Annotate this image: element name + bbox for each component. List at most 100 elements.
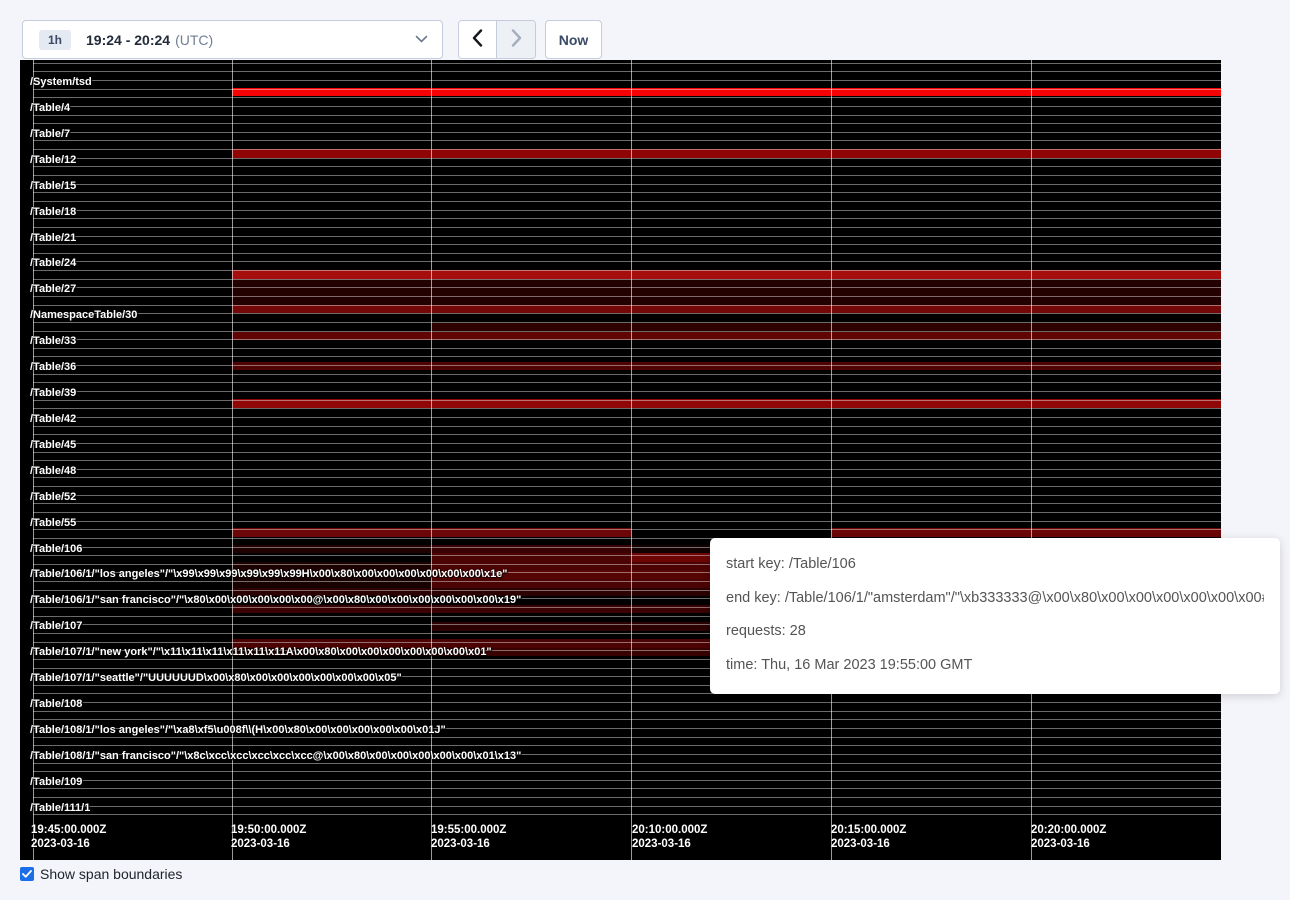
span-boundary-line [33,71,1221,72]
row-label: /System/tsd [30,75,92,89]
span-boundary-line [33,236,1221,237]
row-label: /Table/45 [30,438,76,452]
span-boundary-line [33,814,1221,815]
time-range-dropdown[interactable]: 1h 19:24 - 20:24(UTC) [22,20,443,59]
span-boundary-line [33,201,1221,202]
span-boundary-line [33,486,1221,487]
row-label: /Table/109 [30,775,82,789]
span-boundary-line [33,503,1221,504]
row-label: /Table/108/1/"san francisco"/"\x8c\xcc\x… [30,749,521,763]
span-boundary-line [33,512,1221,513]
row-label: /Table/107/1/"new york"/"\x11\x11\x11\x1… [30,645,492,659]
span-boundary-line [33,495,1221,496]
check-icon [22,870,32,878]
axis-tick-time: 20:10:00.000Z [632,823,707,837]
span-boundary-line [33,184,1221,185]
time-gridline [232,60,233,860]
row-label: /Table/4 [30,101,70,115]
row-label: /NamespaceTable/30 [30,308,137,322]
span-boundary-line [33,339,1221,340]
footer: Show span boundaries [20,866,182,882]
tooltip-start-key: start key: /Table/106 [726,548,1264,582]
heat-band [232,362,1221,371]
chevron-down-icon [415,35,428,44]
span-boundary-line [33,261,1221,262]
axis-tick-label: 19:45:00.000Z2023-03-16 [31,823,106,851]
axis-tick-time: 19:50:00.000Z [231,823,306,837]
span-boundary-line [33,469,1221,470]
row-label: /Table/107 [30,619,82,633]
span-boundary-line [33,374,1221,375]
time-gridline [831,60,832,860]
span-boundary-line [33,477,1221,478]
axis-tick-label: 20:15:00.000Z2023-03-16 [831,823,906,851]
row-label: /Table/39 [30,386,76,400]
key-visualizer-canvas[interactable]: /System/tsd/Table/4/Table/7/Table/12/Tab… [20,60,1221,860]
span-boundary-line [33,305,1221,306]
span-boundary-line [33,218,1221,219]
span-boundary-line [33,296,1221,297]
time-range-value: 19:24 - 20:24 [86,32,170,48]
span-boundary-line [33,279,1221,280]
row-label: /Table/27 [30,282,76,296]
span-boundary-line [33,89,1221,90]
show-span-boundaries-checkbox[interactable] [20,867,34,881]
row-label: /Table/106/1/"san francisco"/"\x80\x00\x… [30,593,521,607]
row-label: /Table/42 [30,412,76,426]
axis-tick-label: 19:55:00.000Z2023-03-16 [431,823,506,851]
row-label: /Table/108/1/"los angeles"/"\xa8\xf5\u00… [30,723,446,737]
span-boundary-line [33,521,1221,522]
row-label: /Table/111/1 [30,801,90,815]
time-gridline [631,60,632,860]
span-boundary-line [33,210,1221,211]
span-boundary-line [33,106,1221,107]
row-label: /Table/24 [30,256,76,270]
span-boundary-line [33,780,1221,781]
now-button[interactable]: Now [545,20,602,59]
span-boundary-line [33,806,1221,807]
show-span-boundaries-label: Show span boundaries [40,866,182,882]
tooltip-end-key: end key: /Table/106/1/"amsterdam"/"\xb33… [726,582,1264,616]
span-boundary-line [33,426,1221,427]
span-boundary-line [33,400,1221,401]
axis-tick-date: 2023-03-16 [231,837,306,851]
time-window-nav [458,20,536,59]
span-boundary-line [33,166,1221,167]
row-label: /Table/7 [30,127,70,141]
row-label: /Table/36 [30,360,76,374]
heat-band [232,305,1221,314]
span-boundary-line [33,270,1221,271]
span-boundary-line [33,382,1221,383]
span-boundary-line [33,115,1221,116]
span-boundary-line [33,434,1221,435]
time-range-text: 19:24 - 20:24 (UTC) [86,32,213,48]
span-boundary-line [33,287,1221,288]
axis-tick-date: 2023-03-16 [31,837,106,851]
span-boundary-line [33,322,1221,323]
axis-tick-date: 2023-03-16 [632,837,707,851]
key-visualizer-page: 1h 19:24 - 20:24(UTC) Now /System/tsd/Ta… [0,0,1290,900]
axis-tick-label: 20:20:00.000Z2023-03-16 [1031,823,1106,851]
row-label: /Table/55 [30,516,76,530]
row-label: /Table/18 [30,205,76,219]
row-label: /Table/15 [30,179,76,193]
span-boundary-line [33,149,1221,150]
row-label: /Table/52 [30,490,76,504]
span-boundary-line [33,175,1221,176]
span-boundary-line [33,460,1221,461]
time-range-zone: (UTC) [175,32,213,48]
span-boundary-line [33,253,1221,254]
previous-window-button[interactable] [459,21,497,58]
row-label: /Table/33 [30,334,76,348]
span-boundary-line [33,356,1221,357]
next-window-button[interactable] [497,21,535,58]
tooltip-time: time: Thu, 16 Mar 2023 19:55:00 GMT [726,649,1264,683]
span-boundary-line [33,331,1221,332]
span-boundary-line [33,132,1221,133]
heat-band [232,279,1221,305]
axis-tick-time: 19:45:00.000Z [31,823,106,837]
span-boundary-line [33,417,1221,418]
row-label: /Table/48 [30,464,76,478]
span-boundary-line [33,97,1221,98]
span-boundary-line [33,408,1221,409]
